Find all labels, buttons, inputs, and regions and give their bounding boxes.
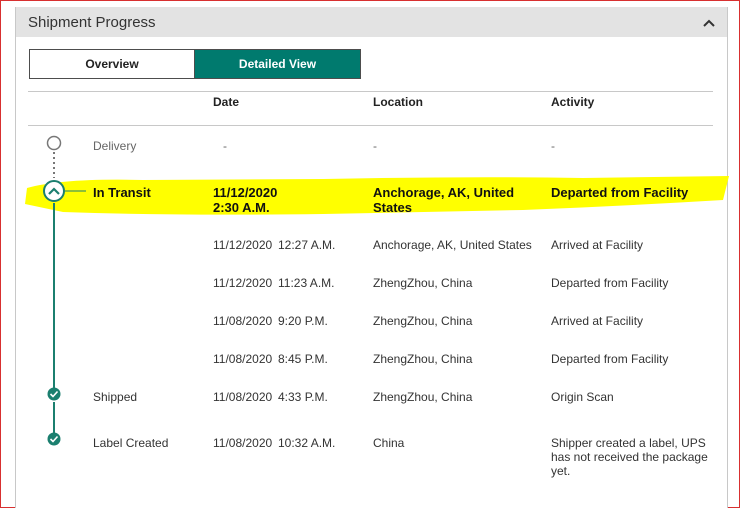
column-header-activity: Activity [551, 95, 595, 109]
panel-header[interactable]: Shipment Progress [16, 7, 727, 37]
date-cell: 11/12/2020 [213, 238, 273, 252]
view-toggle: Overview Detailed View [29, 49, 361, 79]
date-cell: 11/08/2020 [213, 352, 273, 366]
location-cell: ZhengZhou, China [373, 314, 473, 328]
activity-cell: Departed from Facility [551, 352, 669, 366]
location-cell-continued: States [373, 200, 413, 215]
time-cell: 12:27 A.M. [278, 238, 336, 252]
location-cell: ZhengZhou, China [373, 390, 473, 404]
date-cell: 11/12/2020 [213, 185, 278, 200]
shipment-progress-panel: Shipment Progress Overview Detailed View [15, 7, 728, 508]
panel-title: Shipment Progress [28, 14, 156, 31]
date-cell: 11/12/2020 [213, 276, 273, 290]
divider [28, 91, 713, 92]
activity-cell: Arrived at Facility [551, 314, 644, 328]
activity-cell: Departed from Facility [551, 276, 669, 290]
activity-cell: Departed from Facility [551, 185, 689, 200]
status-label: Label Created [93, 436, 169, 450]
location-cell: Anchorage, AK, United States [373, 238, 532, 252]
overview-tab[interactable]: Overview [30, 50, 194, 78]
activity-cell: - [551, 139, 555, 153]
status-label: Shipped [93, 390, 138, 404]
location-cell: - [373, 139, 377, 153]
location-cell: ZhengZhou, China [373, 276, 473, 290]
location-cell: China [373, 436, 405, 450]
time-cell: 8:45 P.M. [278, 352, 328, 366]
time-cell: 2:30 A.M. [213, 200, 270, 215]
status-label: Delivery [93, 139, 137, 153]
time-cell: 11:23 A.M. [278, 276, 335, 290]
time-cell: 9:20 P.M. [278, 314, 328, 328]
activity-cell: Shipper created a label, UPS [551, 436, 706, 450]
location-cell: ZhengZhou, China [373, 352, 473, 366]
date-cell: 11/08/2020 [213, 390, 273, 404]
activity-cell-continued: yet. [551, 464, 571, 478]
activity-cell: Origin Scan [551, 390, 614, 404]
time-cell: 4:33 P.M. [278, 390, 328, 404]
status-label: In Transit [93, 185, 151, 200]
chevron-up-icon[interactable] [699, 13, 719, 33]
location-cell: Anchorage, AK, United [373, 185, 515, 200]
time-cell: 10:32 A.M. [278, 436, 336, 450]
column-header-location: Location [373, 95, 423, 109]
header-divider [28, 125, 713, 126]
activity-cell: Arrived at Facility [551, 238, 644, 252]
activity-cell-continued: has not received the package [551, 450, 708, 464]
detailed-view-tab[interactable]: Detailed View [194, 50, 360, 78]
date-cell: - [223, 139, 227, 153]
column-header-date: Date [213, 95, 240, 109]
date-cell: 11/08/2020 [213, 314, 273, 328]
date-cell: 11/08/2020 [213, 436, 273, 450]
